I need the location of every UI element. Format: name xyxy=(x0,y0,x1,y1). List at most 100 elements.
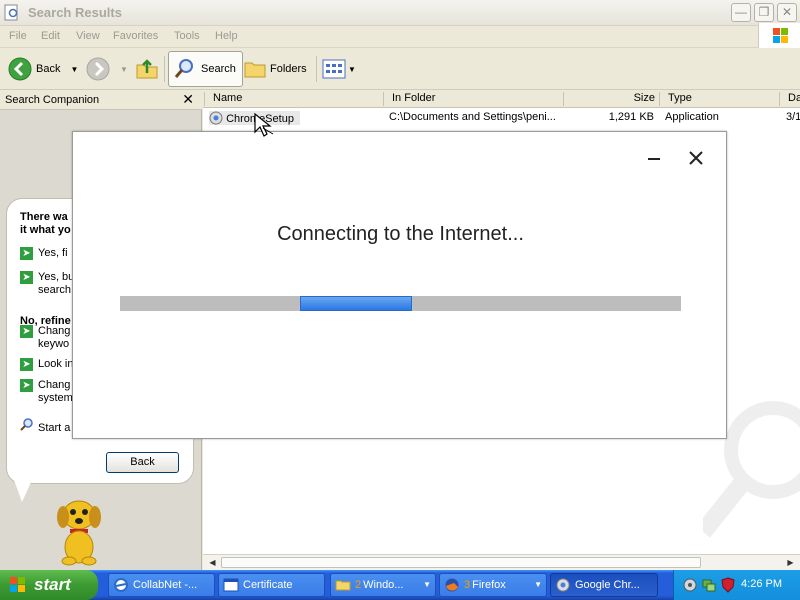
taskbar-item-google-chrome[interactable]: Google Chr... xyxy=(550,573,658,597)
clock: 4:26 PM xyxy=(741,578,782,590)
chrome-setup-icon xyxy=(209,111,223,125)
folders-button[interactable]: Folders xyxy=(244,51,307,87)
volume-icon[interactable] xyxy=(682,577,698,593)
folders-label: Folders xyxy=(270,63,307,75)
toolbar-separator xyxy=(164,56,165,82)
menu-tools[interactable]: Tools xyxy=(174,30,200,42)
green-arrow-icon: ➤ xyxy=(20,325,33,338)
search-icon xyxy=(174,59,193,78)
start-label: start xyxy=(34,575,71,594)
search-dog-icon xyxy=(57,500,101,566)
column-name[interactable]: Name xyxy=(204,92,242,106)
close-button[interactable]: ✕ xyxy=(777,3,797,22)
file-folder: C:\Documents and Settings\peni... xyxy=(389,111,556,123)
menu-help[interactable]: Help xyxy=(215,30,238,42)
companion-option[interactable]: ➤ Look in xyxy=(20,358,78,371)
file-size: 1,291 KB xyxy=(608,111,654,123)
dialog-minimize-icon[interactable] xyxy=(646,149,662,165)
views-button[interactable]: ▼ xyxy=(322,51,356,87)
column-size[interactable]: Size xyxy=(563,92,659,106)
install-status-text: Connecting to the Internet... xyxy=(277,223,524,245)
green-arrow-icon: ➤ xyxy=(20,379,33,392)
green-arrow-icon: ➤ xyxy=(20,247,33,260)
start-new-search-link[interactable]: Start a xyxy=(20,417,70,435)
folders-icon xyxy=(244,62,266,78)
table-row[interactable]: ChromeSetup C:\Documents and Settings\pe… xyxy=(203,109,800,126)
companion-question: There wa it what yo xyxy=(20,211,71,236)
taskbar-item-certificate[interactable]: Certificate xyxy=(218,573,325,597)
network-icon[interactable] xyxy=(701,577,717,593)
forward-nav-button[interactable]: ▼ xyxy=(86,51,128,87)
column-date[interactable]: Da xyxy=(779,92,800,106)
minimize-icon: — xyxy=(735,5,747,19)
up-folder-button[interactable] xyxy=(135,51,159,87)
taskbar: start CollabNet -... Certificate 2 Windo… xyxy=(0,570,800,600)
menu-favorites[interactable]: Favorites xyxy=(113,30,158,42)
progress-bar xyxy=(120,296,681,311)
scroll-left-icon[interactable]: ◀ xyxy=(205,556,220,570)
window-title: Search Results xyxy=(28,5,122,20)
column-type[interactable]: Type xyxy=(659,92,692,106)
installer-dialog: Connecting to the Internet... xyxy=(72,131,727,439)
search-label: Search xyxy=(201,63,236,75)
ie-icon xyxy=(114,578,128,592)
file-type: Application xyxy=(665,111,719,123)
views-icon xyxy=(322,59,346,79)
installer-icon xyxy=(556,578,570,592)
dialog-close-icon[interactable] xyxy=(687,149,705,167)
windows-logo xyxy=(758,23,800,49)
back-dropdown-icon[interactable]: ▼ xyxy=(70,65,78,74)
companion-option[interactable]: ➤ Yes, fi xyxy=(20,247,78,260)
bubble-tail xyxy=(14,480,32,502)
green-arrow-icon: ➤ xyxy=(20,358,33,371)
start-button[interactable]: start xyxy=(0,570,98,600)
security-shield-icon[interactable] xyxy=(720,577,736,593)
horizontal-scrollbar[interactable]: ◀ ▶ xyxy=(203,554,800,570)
file-date: 3/1 xyxy=(786,111,800,123)
toolbar-separator xyxy=(316,56,317,82)
group-dropdown-icon: ▼ xyxy=(534,580,542,589)
scroll-right-icon[interactable]: ▶ xyxy=(783,556,798,570)
taskbar-item-windows-explorer[interactable]: 2 Windo... ▼ xyxy=(330,573,436,597)
search-button[interactable]: Search xyxy=(168,51,243,87)
search-results-icon xyxy=(4,4,18,21)
maximize-button[interactable]: ❐ xyxy=(754,3,774,22)
back-arrow-icon xyxy=(8,57,32,81)
back-nav-button[interactable]: Back ▼ xyxy=(8,51,78,87)
certificate-icon xyxy=(223,578,239,592)
taskbar-item-firefox[interactable]: 3 Firefox ▼ xyxy=(439,573,547,597)
progress-fill xyxy=(300,296,412,311)
group-dropdown-icon: ▼ xyxy=(423,580,431,589)
results-column-header: Name In Folder Size Type Da xyxy=(203,90,800,108)
companion-option[interactable]: ➤ Chang keywo xyxy=(20,325,78,351)
menu-edit[interactable]: Edit xyxy=(41,30,60,42)
green-arrow-icon: ➤ xyxy=(20,271,33,284)
menu-bar: File Edit View Favorites Tools Help xyxy=(0,26,800,48)
companion-back-button[interactable]: Back xyxy=(106,452,179,473)
close-pane-icon[interactable]: ✕ xyxy=(182,91,194,108)
search-companion-header: Search Companion ✕ xyxy=(0,90,202,110)
window-titlebar: Search Results — ❐ ✕ xyxy=(0,0,800,26)
forward-dropdown-icon[interactable]: ▼ xyxy=(120,65,128,74)
scroll-thumb[interactable] xyxy=(221,557,701,568)
forward-arrow-icon xyxy=(86,57,110,81)
close-icon: ✕ xyxy=(781,5,793,19)
menu-view[interactable]: View xyxy=(76,30,100,42)
magnifier-icon xyxy=(20,417,33,435)
companion-option[interactable]: ➤ Yes, bu search xyxy=(20,271,78,297)
menu-file[interactable]: File xyxy=(9,30,27,42)
up-folder-icon xyxy=(136,59,158,79)
mouse-cursor-icon xyxy=(254,112,274,137)
minimize-button[interactable]: — xyxy=(731,3,751,22)
column-in-folder[interactable]: In Folder xyxy=(383,92,435,106)
taskbar-item-collabnet[interactable]: CollabNet -... xyxy=(108,573,215,597)
companion-option[interactable]: ➤ Chang system xyxy=(20,379,78,405)
folder-icon xyxy=(335,580,351,591)
windows-flag-icon xyxy=(10,577,25,592)
system-tray: 4:26 PM xyxy=(673,570,800,600)
search-companion-title: Search Companion xyxy=(5,94,100,106)
restore-icon: ❐ xyxy=(758,5,770,19)
back-label: Back xyxy=(36,63,61,75)
windows-flag-icon xyxy=(773,28,788,43)
firefox-icon xyxy=(445,578,459,592)
